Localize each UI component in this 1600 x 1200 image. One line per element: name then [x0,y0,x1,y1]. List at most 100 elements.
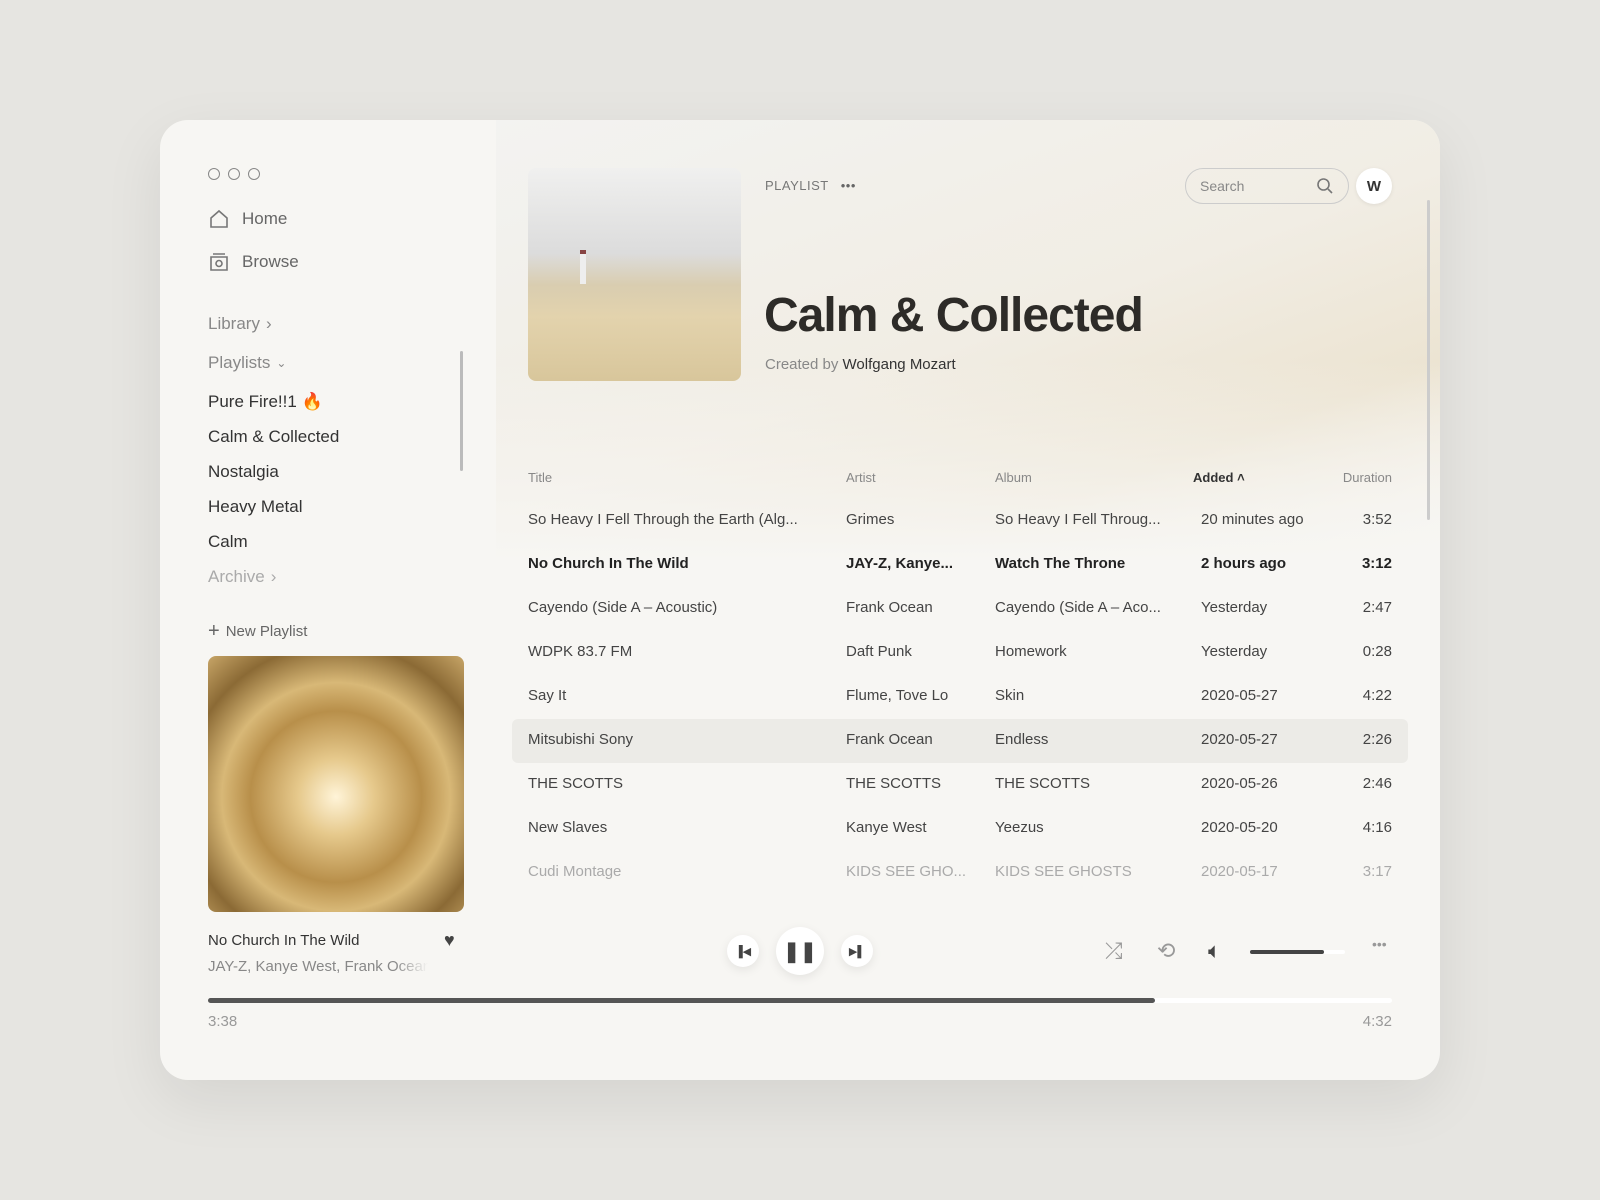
sidebar-playlist-item[interactable]: Nostalgia [208,462,279,482]
skip-back-icon: ▐◀ [734,945,752,958]
page-title: Calm & Collected [764,289,1144,342]
track-duration: 0:28 [1362,643,1392,660]
track-album: KIDS SEE GHOSTS [995,863,1132,880]
table-row[interactable]: So Heavy I Fell Through the Earth (Alg..… [512,499,1408,543]
track-artist: Daft Punk [846,643,912,660]
chevron-right-icon: › [270,567,277,586]
more-options-icon[interactable]: ••• [1372,936,1387,952]
track-added: 2020-05-27 [1201,687,1278,704]
sidebar-playlist-item[interactable]: Heavy Metal [208,497,302,517]
creator-link[interactable]: Wolfgang Mozart [843,356,956,373]
track-duration: 3:52 [1362,511,1392,528]
playlist-artwork [528,168,741,381]
new-playlist-label: New Playlist [225,623,308,640]
column-duration[interactable]: Duration [1343,470,1392,485]
track-artist: KIDS SEE GHO... [846,863,967,880]
nav-browse[interactable]: Browse [208,251,299,273]
chevron-right-icon: › [265,314,272,333]
track-added: 2020-05-26 [1201,775,1278,792]
track-album: Endless [995,731,1049,748]
previous-button[interactable]: ▐◀ [727,935,759,967]
table-row[interactable]: Cudi Montage KIDS SEE GHO... KIDS SEE GHOS… [512,851,1408,895]
track-title: THE SCOTTS [528,775,624,792]
track-artist: JAY-Z, Kanye... [846,555,953,572]
table-row[interactable]: Cayendo (Side A – Acoustic) Frank Ocean Ca… [512,587,1408,631]
column-artist[interactable]: Artist [846,470,876,485]
table-row[interactable]: Say It Flume, Tove Lo Skin 2020-05-27 4:22 [512,675,1408,719]
close-dot[interactable] [208,168,220,180]
maximize-dot[interactable] [248,168,260,180]
heart-icon[interactable]: ♥ [444,930,455,951]
column-album[interactable]: Album [995,470,1032,485]
track-duration: 3:12 [1361,555,1392,572]
table-row[interactable]: THE SCOTTS THE SCOTTS THE SCOTTS 2020-05-26… [512,763,1408,807]
volume-fill [1250,950,1325,954]
browse-icon [210,253,228,271]
track-duration: 2:46 [1362,775,1392,792]
track-album: Yeezus [995,819,1044,836]
track-title: No Church In The Wild [528,555,689,572]
track-added: 2 hours ago [1201,555,1287,572]
track-title: Cayendo (Side A – Acoustic) [528,599,718,616]
progress-fill [208,998,1156,1003]
pause-button[interactable]: ❚❚ [776,927,824,975]
now-playing-title[interactable]: No Church In The Wild [208,932,359,949]
nav-home[interactable]: Home [208,208,287,230]
avatar[interactable]: W [1356,168,1392,204]
column-added[interactable]: Added ˄ [1193,470,1245,485]
track-album: Watch The Throne [995,555,1126,572]
sidebar-playlist-item[interactable]: Pure Fire!!1 🔥 [208,392,323,412]
track-artist: Frank Ocean [846,599,933,616]
track-added: 2020-05-27 [1201,731,1278,748]
now-playing-cover [208,656,464,912]
progress-bar[interactable] [208,998,1392,1003]
main-scrollbar[interactable] [1427,200,1430,520]
track-duration: 2:26 [1362,731,1392,748]
track-artist: Grimes [846,511,895,528]
shuffle-icon[interactable]: ⤮ [1105,938,1123,964]
track-added: Yesterday [1201,599,1268,616]
track-album: Skin [995,687,1025,704]
chevron-up-icon: ˄ [1237,470,1245,485]
library-section[interactable]: Library › [208,314,272,334]
track-album: THE SCOTTS [995,775,1091,792]
track-duration: 4:22 [1362,687,1392,704]
table-row[interactable]: Mitsubishi Sony Frank Ocean Endless 2020-05… [512,719,1408,763]
sidebar-playlist-item[interactable]: Calm [208,532,248,552]
track-title: Cudi Montage [528,863,622,880]
track-title: Say It [528,687,567,704]
track-artist: THE SCOTTS [846,775,942,792]
track-added: 20 minutes ago [1201,511,1304,528]
home-icon [210,209,228,228]
volume-icon[interactable]: 🔈︎ [1208,938,1221,964]
now-playing-artist[interactable]: JAY-Z, Kanye West, Frank Ocean [208,958,428,975]
repeat-icon[interactable]: ⟲ [1157,938,1175,964]
window-controls[interactable] [208,168,260,180]
track-title: Mitsubishi Sony [528,731,634,748]
library-label: Library [208,314,260,333]
sidebar-playlist-item[interactable]: Calm & Collected [208,427,339,447]
search-input[interactable]: Search [1185,168,1349,204]
track-title: So Heavy I Fell Through the Earth (Alg..… [528,511,798,528]
column-added-label: Added [1193,470,1234,485]
new-playlist-button[interactable]: + New Playlist [208,620,307,643]
minimize-dot[interactable] [228,168,240,180]
nav-browse-label: Browse [242,252,299,271]
track-album: Cayendo (Side A – Aco... [995,599,1161,616]
elapsed-time: 3:38 [208,1013,238,1030]
track-duration: 4:16 [1362,819,1392,836]
chevron-down-icon: ⌄ [276,356,287,370]
column-title[interactable]: Title [528,470,552,485]
table-row[interactable]: New Slaves Kanye West Yeezus 2020-05-20 4:16 [512,807,1408,851]
more-icon[interactable]: ••• [841,178,856,193]
archive-section[interactable]: Archive › [208,567,276,587]
plus-icon: + [208,620,220,642]
table-row[interactable]: WDPK 83.7 FM Daft Punk Homework Yesterday 0:… [512,631,1408,675]
volume-slider[interactable] [1250,950,1345,954]
track-duration: 3:17 [1362,863,1392,880]
track-artist: Frank Ocean [846,731,933,748]
sidebar-scrollbar[interactable] [460,351,463,471]
playlists-section[interactable]: Playlists ⌄ [208,353,286,373]
next-button[interactable]: ▶▌ [841,935,873,967]
table-row[interactable]: No Church In The Wild JAY-Z, Kanye... Watc… [512,543,1408,587]
